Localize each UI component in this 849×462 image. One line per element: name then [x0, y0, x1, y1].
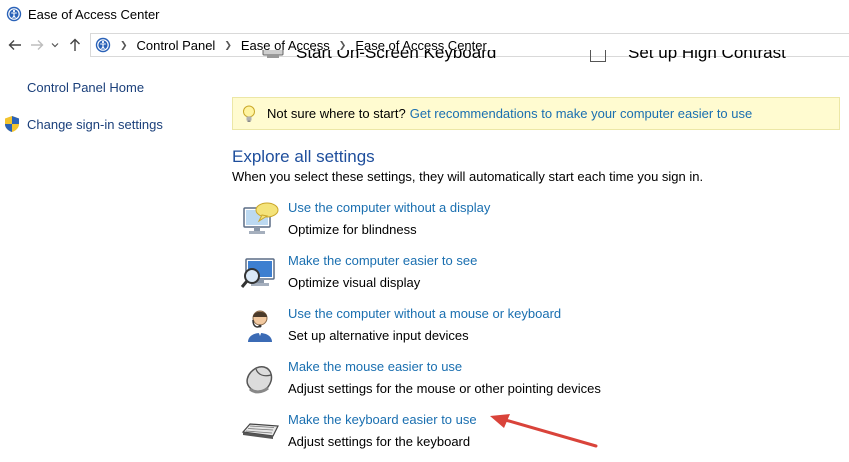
- sidebar: Control Panel Home Change sign-in settin…: [0, 60, 224, 462]
- set-up-high-contrast-link[interactable]: Set up High Contrast: [628, 50, 786, 63]
- title-bar: Ease of Access Center: [0, 0, 849, 28]
- section-title: Explore all settings: [232, 147, 375, 166]
- monitor-speech-icon: [243, 202, 279, 234]
- without-display-link[interactable]: Use the computer without a display: [288, 200, 490, 215]
- keyboard-icon: [262, 50, 284, 58]
- tip-text: Not sure where to start?: [267, 106, 406, 121]
- control-panel-icon: [95, 37, 111, 53]
- main-content: Start On-Screen Keyboard Set up High Con…: [224, 50, 849, 462]
- mouse-easier-description: Adjust settings for the mouse or other p…: [288, 381, 601, 396]
- mouse-icon: [246, 366, 273, 394]
- chevron-down-icon: [51, 43, 59, 48]
- start-on-screen-keyboard-link[interactable]: Start On-Screen Keyboard: [296, 50, 496, 63]
- setting-item-without-mouse-keyboard: Use the computer without a mouse or keyb…: [238, 306, 828, 356]
- shield-icon: [5, 116, 19, 132]
- breadcrumb-separator-icon[interactable]: ❯: [120, 40, 128, 51]
- breadcrumb-control-panel[interactable]: Control Panel: [137, 38, 216, 53]
- breadcrumb-separator-icon[interactable]: ❯: [339, 40, 347, 51]
- breadcrumb-separator-icon[interactable]: ❯: [224, 40, 232, 51]
- forward-button[interactable]: [26, 34, 48, 56]
- setting-item-mouse: Make the mouse easier to use Adjust sett…: [238, 359, 828, 409]
- back-button[interactable]: [4, 34, 26, 56]
- easier-to-see-link[interactable]: Make the computer easier to see: [288, 253, 477, 268]
- without-mouse-keyboard-description: Set up alternative input devices: [288, 328, 469, 343]
- ease-of-access-icon: [6, 6, 22, 22]
- without-display-description: Optimize for blindness: [288, 222, 417, 237]
- control-panel-home-link[interactable]: Control Panel Home: [27, 80, 144, 95]
- up-button[interactable]: [64, 34, 86, 56]
- arrow-left-icon: [8, 40, 21, 50]
- window-title: Ease of Access Center: [28, 6, 160, 22]
- change-sign-in-settings-link[interactable]: Change sign-in settings: [27, 117, 163, 132]
- arrow-right-icon: [31, 40, 44, 50]
- section-subtitle: When you select these settings, they wil…: [232, 169, 704, 184]
- mouse-easier-link[interactable]: Make the mouse easier to use: [288, 359, 462, 374]
- keyboard-easier-link[interactable]: Make the keyboard easier to use: [288, 412, 477, 427]
- keyboard-easier-description: Adjust settings for the keyboard: [288, 434, 471, 449]
- get-recommendations-link[interactable]: Get recommendations to make your compute…: [410, 106, 753, 121]
- high-contrast-icon: [590, 50, 606, 62]
- recommendation-banner: Not sure where to start? Get recommendat…: [232, 97, 840, 130]
- person-headset-icon: [248, 310, 272, 342]
- quick-access-row: Start On-Screen Keyboard Set up High Con…: [254, 50, 814, 74]
- keyboard-icon: [241, 423, 279, 439]
- easier-to-see-description: Optimize visual display: [288, 275, 421, 290]
- without-mouse-keyboard-link[interactable]: Use the computer without a mouse or keyb…: [288, 306, 561, 321]
- recent-locations-button[interactable]: [48, 34, 62, 56]
- annotation-arrow-icon: [490, 414, 598, 448]
- monitor-magnifier-icon: [240, 258, 275, 288]
- setting-item-easier-to-see: Make the computer easier to see Optimize…: [238, 253, 828, 303]
- lightbulb-icon: [243, 105, 255, 122]
- setting-item-without-display: Use the computer without a display Optim…: [238, 200, 828, 250]
- arrow-up-icon: [70, 38, 80, 51]
